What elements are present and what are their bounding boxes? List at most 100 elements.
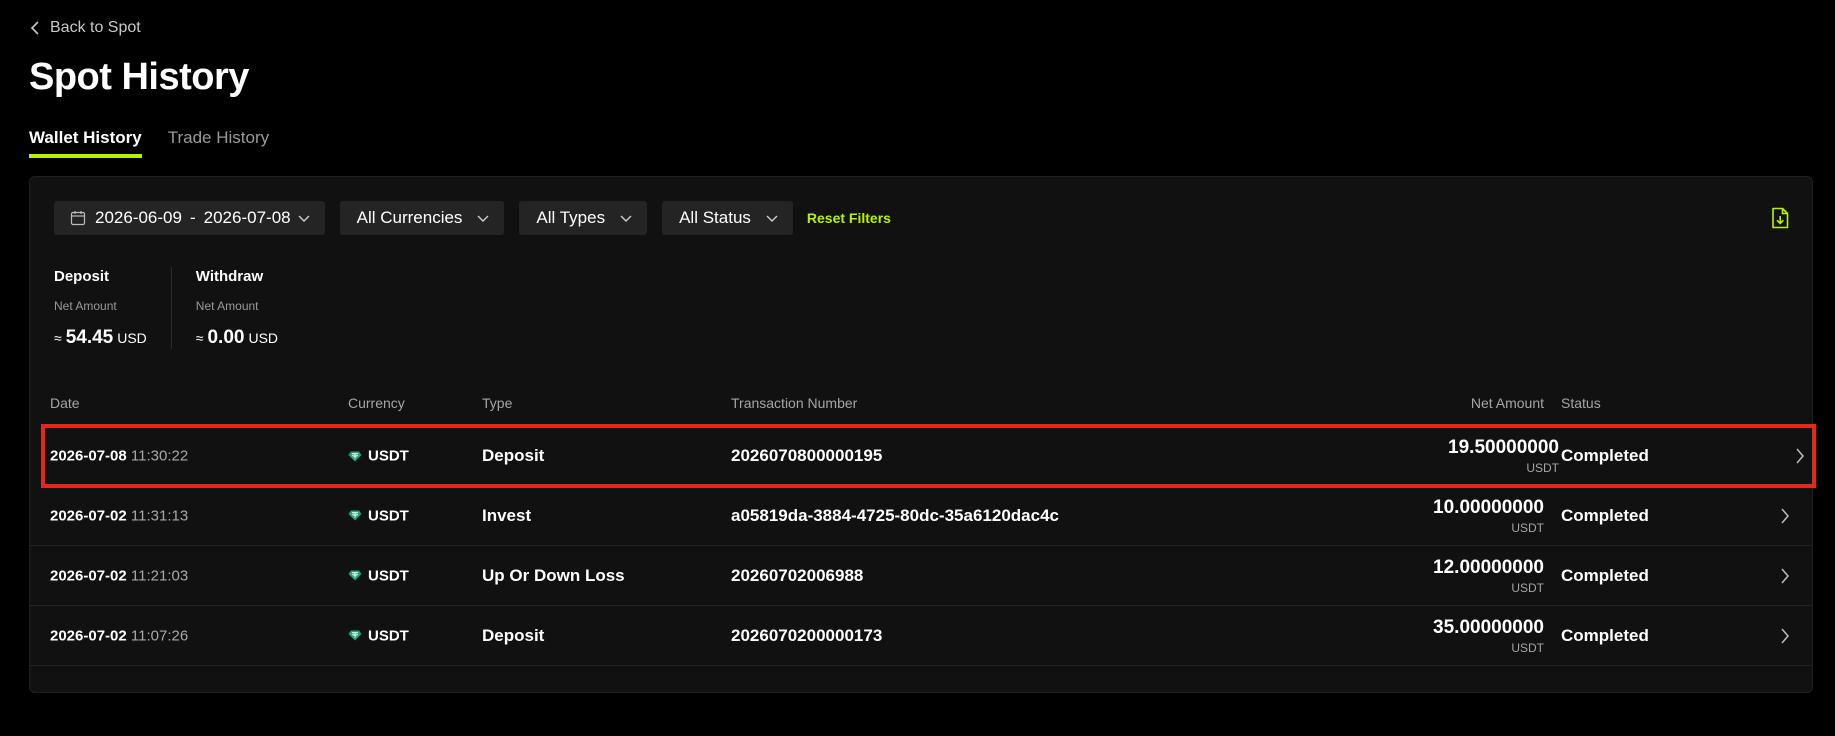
withdraw-value: ≈ 0.00 USD bbox=[196, 327, 278, 349]
row-currency: USDT bbox=[348, 627, 409, 644]
row-currency: USDT bbox=[348, 567, 409, 584]
row-net-amount: 35.00000000 USDT bbox=[1433, 617, 1544, 655]
tether-icon bbox=[348, 451, 362, 461]
row-amount-unit: USDT bbox=[1511, 580, 1544, 595]
row-date-day: 2026-07-02 bbox=[50, 507, 127, 524]
row-date: 2026-07-02 11:07:26 bbox=[50, 627, 188, 644]
date-end: 2026-07-08 bbox=[203, 208, 291, 227]
approx-symbol: ≈ bbox=[195, 330, 204, 346]
status-select[interactable]: All Status bbox=[662, 201, 793, 235]
row-status: Completed bbox=[1561, 505, 1649, 525]
header-date: Date bbox=[50, 395, 80, 411]
row-currency: USDT bbox=[348, 448, 409, 465]
row-type: Invest bbox=[482, 505, 532, 525]
row-date-time: 11:31:13 bbox=[130, 507, 189, 524]
row-date-time: 11:21:03 bbox=[130, 567, 189, 584]
download-file-icon[interactable] bbox=[1770, 207, 1790, 229]
row-net-amount: 10.00000000 USDT bbox=[1433, 497, 1544, 535]
type-select[interactable]: All Types bbox=[519, 201, 648, 235]
row-date-day: 2026-07-08 bbox=[50, 447, 127, 465]
withdraw-subtitle: Net Amount bbox=[195, 299, 259, 313]
header-type: Type bbox=[482, 395, 513, 411]
chevron-down-icon bbox=[477, 215, 489, 222]
table-row[interactable]: 2026-07-02 11:07:26 USDT Deposit 2026070… bbox=[30, 606, 1812, 666]
withdraw-amount: 0.00 bbox=[207, 327, 245, 348]
chevron-left-icon bbox=[30, 21, 39, 35]
row-amount-value: 10.00000000 bbox=[1433, 496, 1544, 518]
summary: Deposit Net Amount ≈ 54.45 USD Withdraw … bbox=[54, 267, 278, 349]
chevron-right-icon[interactable] bbox=[1780, 567, 1790, 585]
filter-bar: 2026-06-09 - 2026-07-08 All Currencies A… bbox=[54, 201, 891, 235]
row-amount-unit: USDT bbox=[1511, 520, 1544, 535]
row-date: 2026-07-02 11:21:03 bbox=[50, 567, 188, 584]
deposit-summary: Deposit Net Amount ≈ 54.45 USD bbox=[54, 267, 171, 349]
row-transaction-number: a05819da-3884-4725-80dc-35a6120dac4c bbox=[731, 505, 1059, 525]
row-net-amount: 19.50000000 USDT bbox=[1448, 437, 1559, 475]
deposit-subtitle: Net Amount bbox=[54, 299, 117, 313]
tether-icon bbox=[348, 630, 362, 641]
table-row[interactable]: 2026-07-08 11:30:22 USDT Deposit 2026070… bbox=[41, 424, 1816, 488]
currency-select[interactable]: All Currencies bbox=[339, 201, 505, 235]
row-date-time: 11:07:26 bbox=[130, 627, 189, 644]
header-net-amount: Net Amount bbox=[1470, 395, 1544, 411]
page-title: Spot History bbox=[29, 56, 249, 98]
deposit-value: ≈ 54.45 USD bbox=[54, 327, 147, 349]
row-currency-label: USDT bbox=[368, 627, 409, 644]
row-date-day: 2026-07-02 bbox=[50, 567, 127, 584]
chevron-right-icon[interactable] bbox=[1795, 447, 1805, 465]
row-currency-label: USDT bbox=[368, 567, 409, 584]
reset-filters-button[interactable]: Reset Filters bbox=[807, 210, 891, 226]
row-amount-value: 12.00000000 bbox=[1433, 556, 1544, 578]
currency-select-value: All Currencies bbox=[356, 208, 463, 227]
deposit-amount: 54.45 bbox=[65, 327, 114, 348]
deposit-unit: USD bbox=[117, 330, 147, 346]
tether-icon bbox=[348, 570, 362, 581]
row-amount-unit: USDT bbox=[1526, 461, 1559, 475]
tab-trade-history[interactable]: Trade History bbox=[168, 128, 269, 158]
tab-wallet-history[interactable]: Wallet History bbox=[29, 128, 142, 158]
row-date-day: 2026-07-02 bbox=[50, 627, 127, 644]
header-transaction-number: Transaction Number bbox=[731, 395, 858, 411]
approx-symbol: ≈ bbox=[54, 330, 62, 346]
tab-bar: Wallet History Trade History bbox=[29, 128, 269, 158]
row-date-time: 11:30:22 bbox=[130, 447, 189, 465]
calendar-icon bbox=[70, 211, 86, 226]
withdraw-title: Withdraw bbox=[195, 268, 264, 285]
row-type: Deposit bbox=[482, 625, 545, 645]
table-row[interactable]: 2026-07-02 11:31:13 USDT Invest a05819da… bbox=[30, 486, 1812, 546]
table-header: Date Currency Type Transaction Number Ne… bbox=[30, 395, 1812, 415]
row-amount-value: 19.50000000 bbox=[1448, 437, 1559, 458]
row-date: 2026-07-08 11:30:22 bbox=[50, 448, 188, 465]
header-status: Status bbox=[1561, 395, 1601, 411]
chevron-down-icon bbox=[766, 215, 778, 222]
row-status: Completed bbox=[1561, 565, 1649, 585]
status-select-value: All Status bbox=[679, 208, 751, 227]
row-type: Up Or Down Loss bbox=[482, 565, 625, 585]
history-panel: 2026-06-09 - 2026-07-08 All Currencies A… bbox=[29, 176, 1816, 693]
deposit-title: Deposit bbox=[54, 268, 110, 285]
chevron-right-icon[interactable] bbox=[1780, 627, 1790, 645]
date-separator: - bbox=[189, 208, 196, 227]
row-type: Deposit bbox=[482, 446, 545, 465]
withdraw-unit: USD bbox=[248, 330, 279, 346]
chevron-right-icon[interactable] bbox=[1780, 507, 1790, 525]
table-row[interactable]: 2026-07-02 11:21:03 USDT Up Or Down Loss… bbox=[30, 546, 1812, 606]
withdraw-summary: Withdraw Net Amount ≈ 0.00 USD bbox=[170, 267, 278, 349]
row-amount-value: 35.00000000 bbox=[1433, 616, 1544, 638]
chevron-down-icon bbox=[298, 215, 310, 222]
row-transaction-number: 20260702006988 bbox=[731, 565, 864, 585]
row-amount-unit: USDT bbox=[1511, 640, 1544, 655]
type-select-value: All Types bbox=[536, 208, 606, 227]
row-net-amount: 12.00000000 USDT bbox=[1433, 557, 1544, 595]
row-currency: USDT bbox=[348, 507, 409, 524]
row-transaction-number: 2026070200000173 bbox=[731, 625, 883, 645]
date-range-picker[interactable]: 2026-06-09 - 2026-07-08 bbox=[54, 201, 325, 235]
back-to-spot-link[interactable]: Back to Spot bbox=[30, 19, 141, 37]
row-status: Completed bbox=[1561, 446, 1649, 465]
row-currency-label: USDT bbox=[368, 447, 409, 465]
chevron-down-icon bbox=[620, 215, 632, 222]
tether-icon bbox=[348, 510, 362, 521]
row-transaction-number: 2026070800000195 bbox=[731, 446, 883, 465]
header-currency: Currency bbox=[348, 395, 405, 411]
back-label: Back to Spot bbox=[50, 19, 141, 36]
